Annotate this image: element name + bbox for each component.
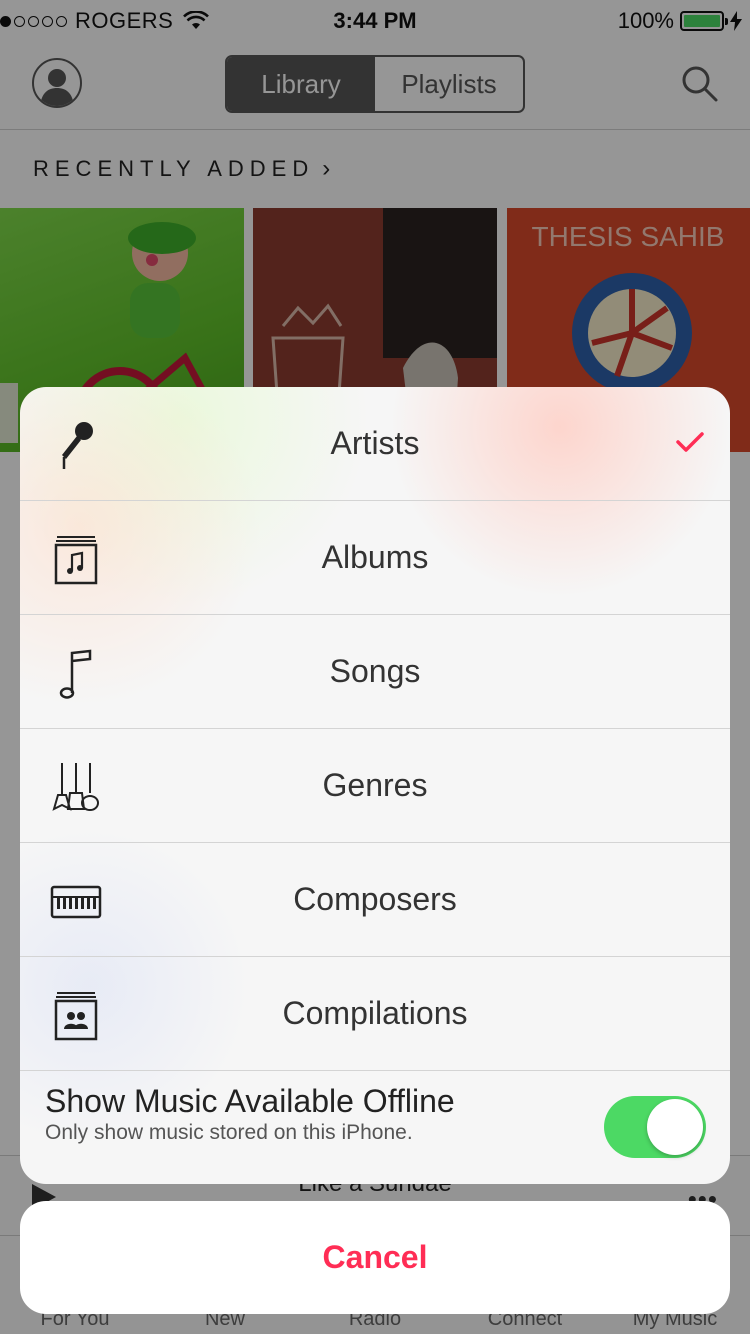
toggle-knob	[647, 1099, 703, 1155]
library-view-picker-sheet: Artists Albums Songs Genres Composers Co…	[20, 387, 730, 1184]
option-label: Artists	[330, 425, 420, 461]
checkmark-icon	[676, 432, 704, 452]
option-label: Genres	[322, 767, 428, 803]
offline-toggle[interactable]	[604, 1096, 706, 1158]
option-albums[interactable]: Albums	[20, 501, 730, 615]
option-artists[interactable]: Artists	[20, 387, 730, 501]
offline-setting-subtitle: Only show music stored on this iPhone.	[45, 1121, 413, 1144]
option-composers[interactable]: Composers	[20, 843, 730, 957]
offline-setting-title: Show Music Available Offline	[45, 1083, 455, 1119]
cancel-label: Cancel	[322, 1239, 428, 1275]
option-label: Albums	[321, 539, 429, 575]
option-genres[interactable]: Genres	[20, 729, 730, 843]
offline-setting-row: Show Music Available Offline Only show m…	[20, 1071, 730, 1184]
option-label: Compilations	[282, 995, 468, 1031]
option-compilations[interactable]: Compilations	[20, 957, 730, 1071]
option-songs[interactable]: Songs	[20, 615, 730, 729]
cancel-button[interactable]: Cancel	[20, 1201, 730, 1314]
option-label: Songs	[329, 653, 421, 689]
option-label: Composers	[293, 881, 457, 917]
